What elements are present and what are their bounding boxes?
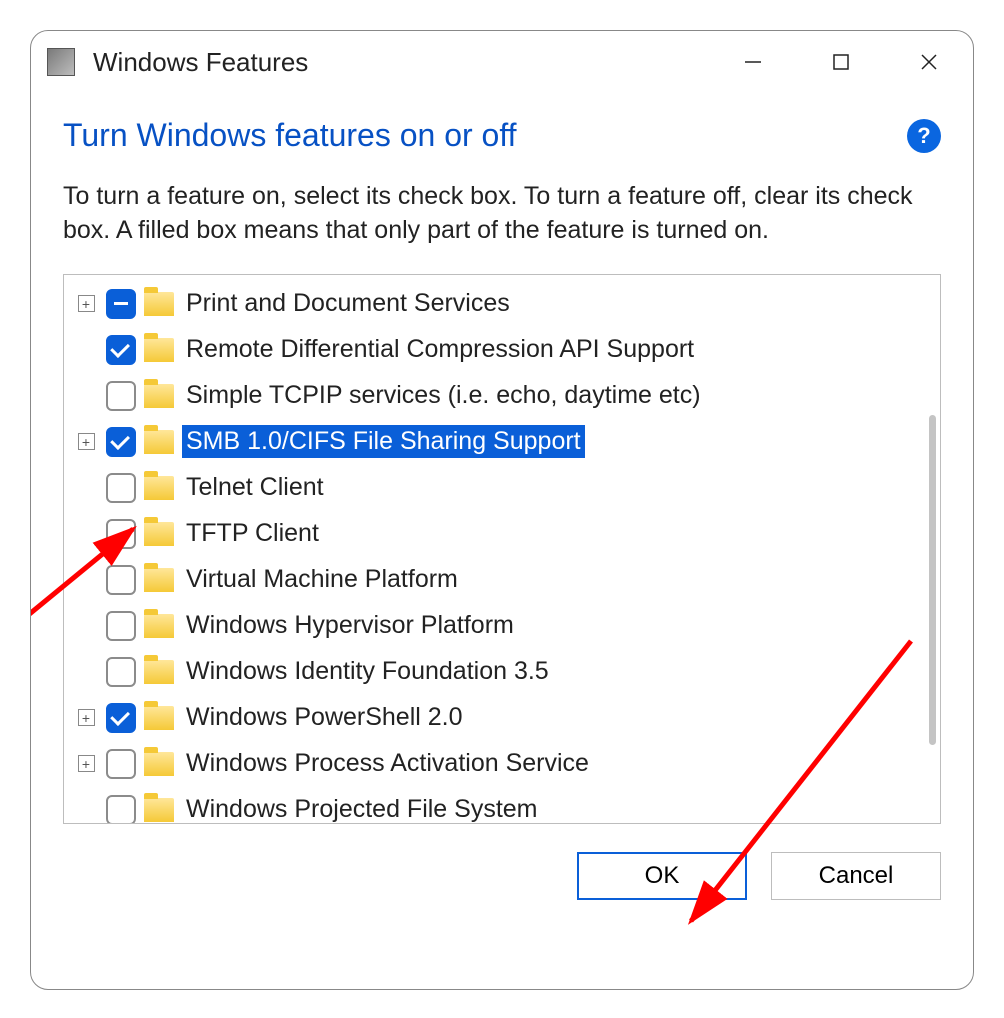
titlebar: Windows Features: [31, 31, 973, 93]
feature-row[interactable]: Windows Hypervisor Platform: [74, 603, 940, 649]
folder-icon: [144, 706, 174, 730]
expand-slot[interactable]: +: [74, 295, 98, 312]
feature-row[interactable]: Windows Projected File System: [74, 787, 940, 824]
feature-checkbox[interactable]: [106, 473, 136, 503]
feature-checkbox[interactable]: [106, 519, 136, 549]
feature-row[interactable]: Windows Identity Foundation 3.5: [74, 649, 940, 695]
feature-row[interactable]: Simple TCPIP services (i.e. echo, daytim…: [74, 373, 940, 419]
feature-row[interactable]: Telnet Client: [74, 465, 940, 511]
folder-icon: [144, 338, 174, 362]
expand-slot[interactable]: +: [74, 709, 98, 726]
feature-row[interactable]: + Print and Document Services: [74, 281, 940, 327]
feature-checkbox[interactable]: [106, 565, 136, 595]
folder-icon: [144, 798, 174, 822]
expand-icon[interactable]: +: [78, 295, 95, 312]
feature-tree: + Print and Document Services Remote Diffe…: [63, 274, 941, 824]
expand-slot[interactable]: +: [74, 433, 98, 450]
feature-checkbox[interactable]: [106, 703, 136, 733]
folder-icon: [144, 752, 174, 776]
feature-label[interactable]: Windows Hypervisor Platform: [182, 609, 518, 642]
cancel-button[interactable]: Cancel: [771, 852, 941, 900]
feature-checkbox[interactable]: [106, 381, 136, 411]
folder-icon: [144, 522, 174, 546]
feature-checkbox[interactable]: [106, 611, 136, 641]
feature-checkbox[interactable]: [106, 749, 136, 779]
folder-icon: [144, 568, 174, 592]
minimize-icon: [743, 52, 763, 72]
window-controls: [709, 31, 973, 93]
feature-label[interactable]: TFTP Client: [182, 517, 323, 550]
feature-label[interactable]: Virtual Machine Platform: [182, 563, 462, 596]
windows-features-dialog: Windows Features Turn Windows features o…: [30, 30, 974, 990]
feature-label[interactable]: Windows Identity Foundation 3.5: [182, 655, 553, 688]
feature-label[interactable]: SMB 1.0/CIFS File Sharing Support: [182, 425, 585, 458]
folder-icon: [144, 292, 174, 316]
feature-label[interactable]: Windows Projected File System: [182, 793, 542, 824]
help-icon[interactable]: ?: [907, 119, 941, 153]
page-heading: Turn Windows features on or off: [63, 117, 907, 154]
window-title: Windows Features: [93, 47, 308, 78]
feature-row[interactable]: TFTP Client: [74, 511, 940, 557]
feature-row[interactable]: Remote Differential Compression API Supp…: [74, 327, 940, 373]
scrollbar-thumb[interactable]: [929, 415, 936, 745]
feature-checkbox[interactable]: [106, 795, 136, 824]
folder-icon: [144, 430, 174, 454]
feature-checkbox[interactable]: [106, 427, 136, 457]
feature-row[interactable]: Virtual Machine Platform: [74, 557, 940, 603]
description-text: To turn a feature on, select its check b…: [63, 180, 941, 248]
close-button[interactable]: [885, 31, 973, 93]
folder-icon: [144, 476, 174, 500]
feature-label[interactable]: Simple TCPIP services (i.e. echo, daytim…: [182, 379, 705, 412]
expand-icon[interactable]: +: [78, 709, 95, 726]
ok-button[interactable]: OK: [577, 852, 747, 900]
feature-label[interactable]: Print and Document Services: [182, 287, 514, 320]
expand-slot[interactable]: +: [74, 755, 98, 772]
feature-checkbox[interactable]: [106, 335, 136, 365]
maximize-icon: [831, 52, 851, 72]
feature-row[interactable]: + Windows Process Activation Service: [74, 741, 940, 787]
dialog-buttons: OK Cancel: [31, 824, 973, 900]
feature-label[interactable]: Windows Process Activation Service: [182, 747, 593, 780]
expand-icon[interactable]: +: [78, 755, 95, 772]
feature-label[interactable]: Remote Differential Compression API Supp…: [182, 333, 698, 366]
expand-icon[interactable]: +: [78, 433, 95, 450]
folder-icon: [144, 614, 174, 638]
feature-label[interactable]: Telnet Client: [182, 471, 328, 504]
feature-row[interactable]: + Windows PowerShell 2.0: [74, 695, 940, 741]
app-icon: [47, 48, 75, 76]
close-icon: [919, 52, 939, 72]
feature-label[interactable]: Windows PowerShell 2.0: [182, 701, 467, 734]
feature-checkbox[interactable]: [106, 657, 136, 687]
maximize-button[interactable]: [797, 31, 885, 93]
minimize-button[interactable]: [709, 31, 797, 93]
feature-row[interactable]: + SMB 1.0/CIFS File Sharing Support: [74, 419, 940, 465]
feature-checkbox[interactable]: [106, 289, 136, 319]
folder-icon: [144, 660, 174, 684]
folder-icon: [144, 384, 174, 408]
